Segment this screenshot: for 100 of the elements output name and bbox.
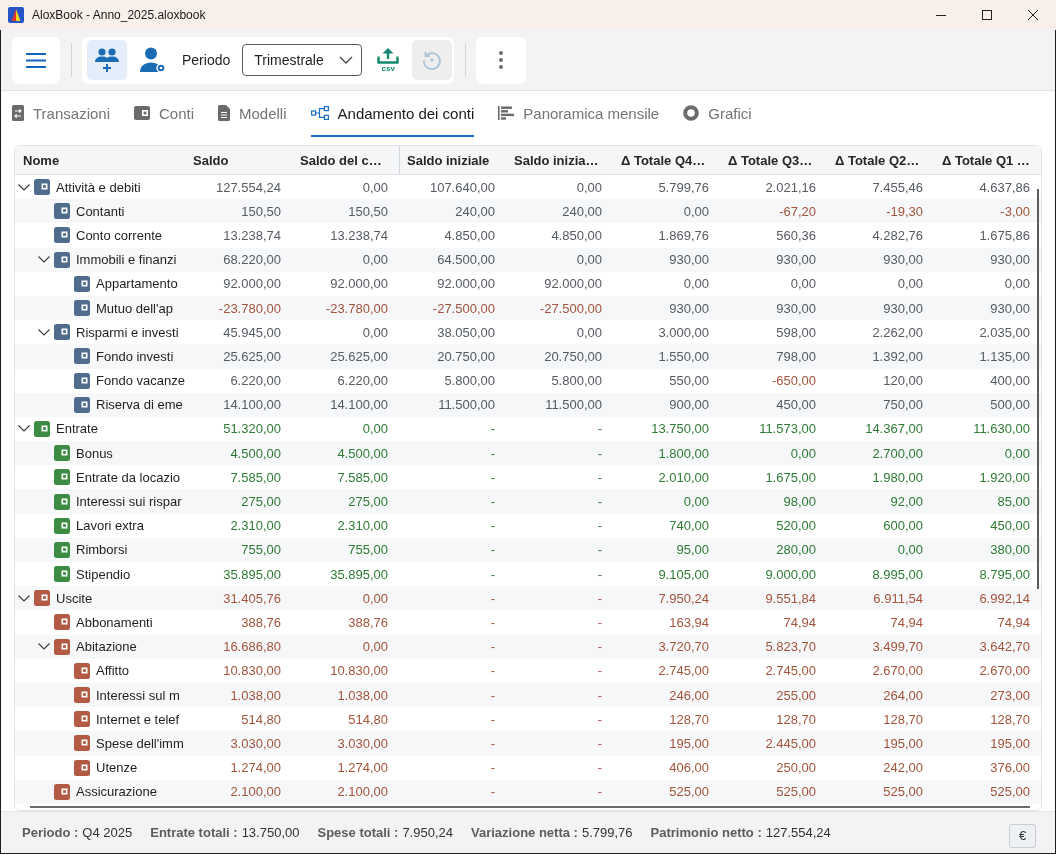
add-people-button[interactable] (87, 40, 127, 80)
account-name[interactable]: Stipendio (76, 566, 131, 582)
account-name[interactable]: Utenze (96, 760, 138, 776)
wallet-icon (54, 566, 70, 583)
chevron-down-icon[interactable] (38, 256, 50, 264)
account-name[interactable]: Spese dell'imm (96, 735, 184, 751)
amount-value: 195,00 (669, 735, 709, 751)
status-value: 7.950,24 (402, 825, 453, 840)
tab[interactable]: Conti (134, 91, 194, 137)
wallet-icon (54, 614, 70, 631)
wallet-icon (74, 711, 90, 728)
amount-value: 195,00 (990, 735, 1030, 751)
tab[interactable]: Andamento dei conti (310, 91, 475, 137)
account-name[interactable]: Entrate da locazio (76, 469, 181, 485)
account-name[interactable]: Immobili e finanzi (76, 252, 177, 268)
export-csv-button[interactable]: csv (373, 40, 404, 80)
amount-value: 92.000,00 (330, 276, 388, 292)
account-name[interactable]: Rimborsi (76, 542, 128, 558)
column-header[interactable]: Saldo inizia… (506, 146, 613, 174)
amount-value: 8.795,00 (979, 566, 1030, 582)
account-name[interactable]: Lavori extra (76, 518, 144, 534)
column-header[interactable]: Saldo iniziale (399, 146, 506, 174)
amount-value: 1.038,00 (337, 687, 388, 703)
account-name[interactable]: Interessi sui rispar (76, 494, 182, 510)
account-name[interactable]: Attività e debiti (56, 179, 141, 195)
chevron-down-icon[interactable] (18, 183, 30, 191)
horizontal-scrollbar[interactable] (30, 805, 1030, 808)
status-value: 127.554,24 (765, 825, 831, 840)
amount-value: 0,00 (683, 203, 709, 219)
account-name[interactable]: Interessi sul m (96, 687, 180, 703)
amount-value: 150,50 (241, 203, 281, 219)
tab[interactable]: Transazioni (12, 91, 110, 137)
column-header[interactable]: Δ Totale Q2… (827, 146, 934, 174)
amount-value: 10.830,00 (330, 663, 388, 679)
account-name[interactable]: Bonus (76, 445, 113, 461)
account-name[interactable]: Mutuo dell'ap (96, 300, 173, 316)
account-name[interactable]: Fondo vacanze (96, 373, 185, 389)
tab[interactable]: Panoramica mensile (498, 91, 660, 137)
amount-value: 195,00 (883, 735, 923, 751)
add-people-icon (95, 48, 119, 72)
amount-value: 930,00 (669, 300, 709, 316)
account-name[interactable]: Fondo investi (96, 348, 174, 364)
amount-value: 1.980,00 (872, 469, 923, 485)
amount-value: - (490, 663, 495, 679)
column-header[interactable]: Δ Totale Q4… (613, 146, 720, 174)
amount-value: 1.038,00 (230, 687, 281, 703)
amount-value: - (597, 421, 602, 437)
account-name[interactable]: Abitazione (76, 639, 137, 655)
amount-value: -19,30 (886, 203, 923, 219)
amount-value: 11.573,00 (759, 421, 816, 437)
tab[interactable]: Modelli (218, 91, 287, 137)
column-header[interactable]: Δ Totale Q3… (720, 146, 827, 174)
wallet-icon (134, 106, 150, 120)
column-header[interactable]: Nome (15, 146, 185, 174)
currency-button[interactable]: € (1009, 823, 1036, 848)
vertical-scrollbar[interactable] (1037, 189, 1039, 589)
column-header[interactable]: Saldo del c… (292, 146, 399, 174)
account-name[interactable]: Contanti (76, 203, 125, 219)
amount-value: 150,50 (348, 203, 388, 219)
amount-value: 740,00 (669, 518, 709, 534)
account-name[interactable]: Assicurazione (76, 784, 157, 800)
amount-value: - (490, 614, 495, 630)
amount-value: 930,00 (883, 300, 923, 316)
account-name[interactable]: Risparmi e investi (76, 324, 179, 340)
status-value: 13.750,00 (241, 825, 300, 840)
account-name[interactable]: Appartamento (96, 276, 178, 292)
column-header[interactable]: Saldo (185, 146, 292, 174)
account-name[interactable]: Conto corrente (76, 227, 162, 243)
amount-value: - (490, 735, 495, 751)
minimize-icon (936, 14, 946, 16)
amount-value: 450,00 (776, 397, 816, 413)
amount-value: 1.920,00 (979, 469, 1030, 485)
account-name[interactable]: Internet e telef (96, 711, 180, 727)
amount-value: -650,00 (771, 373, 816, 389)
amount-value: - (597, 494, 602, 510)
chevron-down-icon[interactable] (38, 643, 50, 651)
amount-value: 2.021,16 (765, 179, 816, 195)
account-name[interactable]: Abbonamenti (76, 614, 153, 630)
period-dropdown[interactable]: Trimestrale (242, 44, 363, 76)
tab[interactable]: Grafici (683, 91, 752, 137)
chevron-down-icon[interactable] (38, 328, 50, 336)
amount-value: 35.895,00 (223, 566, 281, 582)
column-header[interactable]: Δ Totale Q1 … (934, 146, 1041, 174)
account-name[interactable]: Riserva di eme (96, 397, 183, 413)
menu-button[interactable] (12, 36, 60, 84)
status-label: Variazione netta : (471, 825, 578, 840)
amount-value: 31.405,76 (223, 590, 281, 606)
amount-value: 11.630,00 (973, 421, 1030, 437)
wallet-icon (74, 275, 90, 292)
chevron-down-icon[interactable] (18, 594, 30, 602)
account-name[interactable]: Entrate (56, 421, 98, 437)
amount-value: 930,00 (776, 252, 816, 268)
account-name[interactable]: Uscite (56, 590, 93, 606)
amount-value: 4.850,00 (444, 227, 495, 243)
amount-value: 388,76 (241, 614, 281, 630)
amount-value: 3.030,00 (337, 735, 388, 751)
amount-value: 520,00 (776, 518, 816, 534)
amount-value: 5.800,00 (444, 373, 495, 389)
account-name[interactable]: Affitto (96, 663, 129, 679)
chevron-down-icon[interactable] (18, 425, 30, 433)
